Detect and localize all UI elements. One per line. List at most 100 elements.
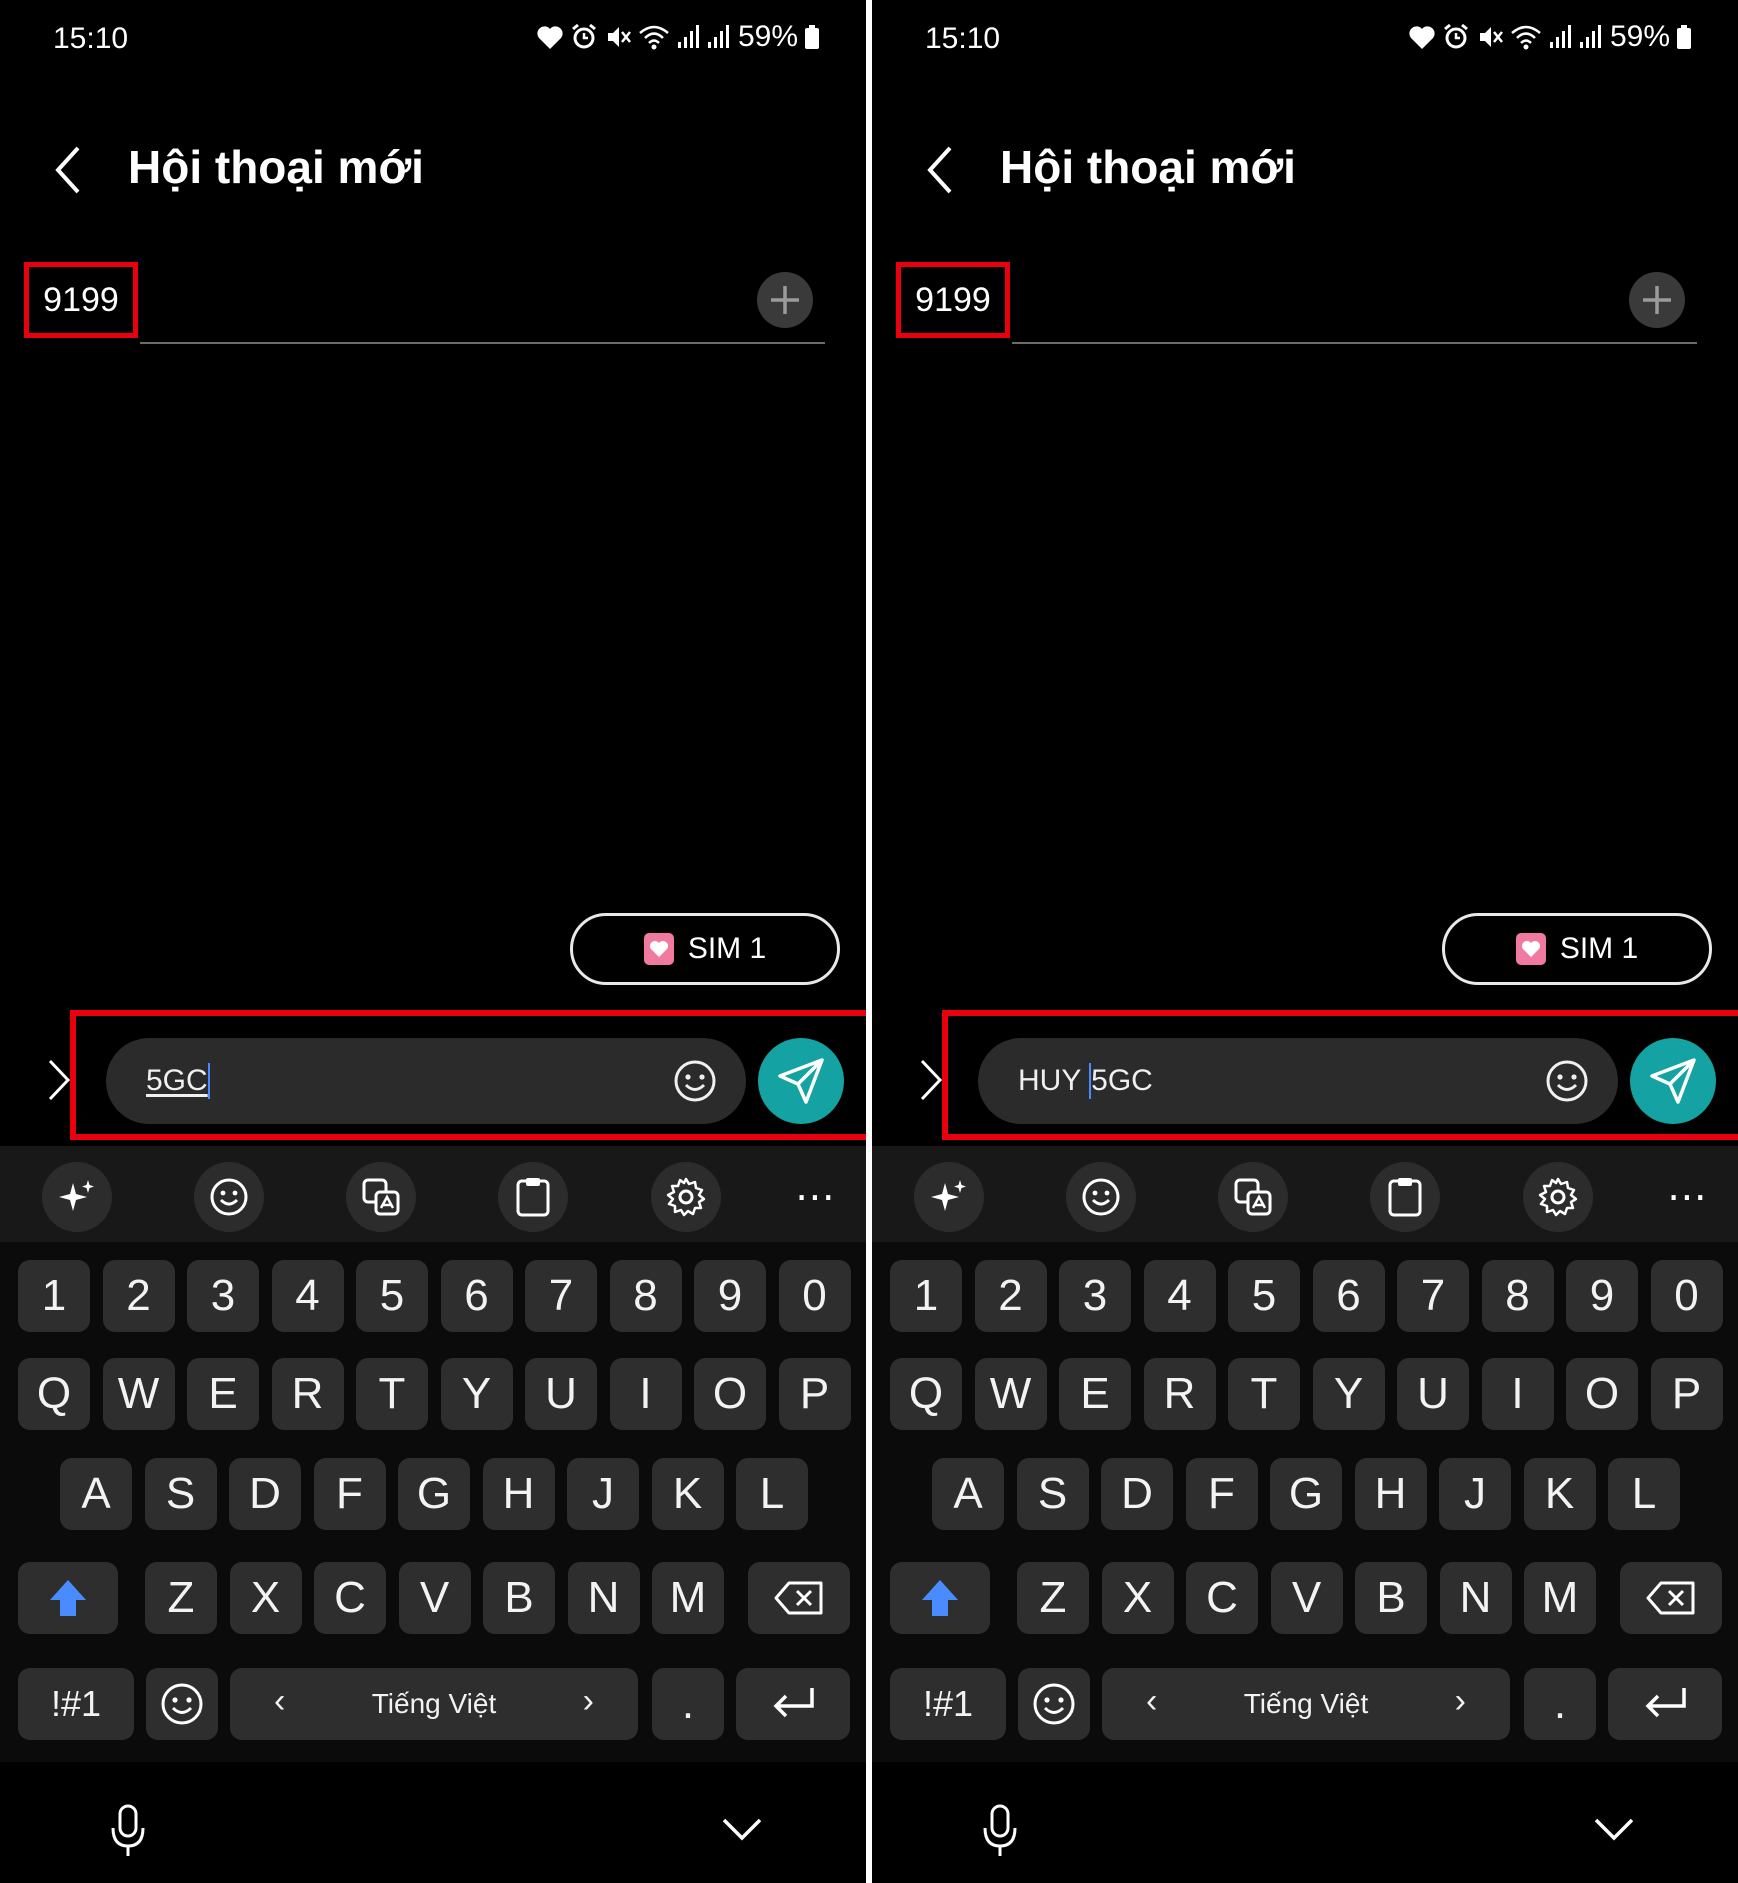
key-m[interactable]: M xyxy=(1524,1562,1596,1634)
key-i[interactable]: I xyxy=(1481,1358,1554,1430)
enter-key[interactable] xyxy=(736,1668,850,1740)
keyboard-settings-button[interactable] xyxy=(651,1162,721,1232)
shift-key[interactable] xyxy=(18,1562,118,1634)
period-key[interactable]: . xyxy=(652,1668,724,1740)
key-i[interactable]: I xyxy=(609,1358,682,1430)
key-1[interactable]: 1 xyxy=(18,1260,90,1332)
key-o[interactable]: O xyxy=(1566,1358,1638,1430)
enter-key[interactable] xyxy=(1608,1668,1722,1740)
key-4[interactable]: 4 xyxy=(271,1260,344,1332)
emoji-icon[interactable] xyxy=(672,1058,718,1104)
key-d[interactable]: D xyxy=(1101,1458,1173,1530)
key-u[interactable]: U xyxy=(1397,1358,1469,1430)
symbols-key[interactable]: !#1 xyxy=(890,1668,1006,1740)
key-r[interactable]: R xyxy=(1143,1358,1216,1430)
key-v[interactable]: V xyxy=(398,1562,471,1634)
key-d[interactable]: D xyxy=(229,1458,301,1530)
key-3[interactable]: 3 xyxy=(187,1260,259,1332)
recipient-chip[interactable]: 9199 xyxy=(24,262,138,338)
message-input[interactable]: HUY 5GC xyxy=(978,1038,1618,1124)
key-2[interactable]: 2 xyxy=(974,1260,1047,1332)
recipient-field[interactable]: 9199 xyxy=(20,258,825,344)
key-j[interactable]: J xyxy=(567,1458,639,1530)
emoji-panel-button[interactable] xyxy=(1066,1162,1136,1232)
add-recipient-button[interactable] xyxy=(1629,272,1685,328)
more-options-icon[interactable]: ⋯ xyxy=(781,1162,851,1232)
key-e[interactable]: E xyxy=(1059,1358,1131,1430)
key-g[interactable]: G xyxy=(398,1458,470,1530)
key-g[interactable]: G xyxy=(1270,1458,1342,1530)
key-0[interactable]: 0 xyxy=(1650,1260,1723,1332)
key-4[interactable]: 4 xyxy=(1143,1260,1216,1332)
key-o[interactable]: O xyxy=(694,1358,766,1430)
key-7[interactable]: 7 xyxy=(1397,1260,1469,1332)
key-e[interactable]: E xyxy=(187,1358,259,1430)
period-key[interactable]: . xyxy=(1524,1668,1596,1740)
symbols-key[interactable]: !#1 xyxy=(18,1668,134,1740)
key-f[interactable]: F xyxy=(313,1458,386,1530)
key-v[interactable]: V xyxy=(1270,1562,1343,1634)
key-h[interactable]: H xyxy=(1354,1458,1427,1530)
space-bar[interactable]: ‹ Tiếng Việt › xyxy=(230,1668,638,1740)
send-button[interactable] xyxy=(758,1038,844,1124)
key-t[interactable]: T xyxy=(356,1358,428,1430)
key-j[interactable]: J xyxy=(1439,1458,1511,1530)
keyboard-settings-button[interactable] xyxy=(1523,1162,1593,1232)
key-l[interactable]: L xyxy=(1608,1458,1680,1530)
key-p[interactable]: P xyxy=(1650,1358,1723,1430)
key-c[interactable]: C xyxy=(314,1562,386,1634)
key-7[interactable]: 7 xyxy=(525,1260,597,1332)
key-q[interactable]: Q xyxy=(890,1358,962,1430)
key-n[interactable]: N xyxy=(567,1562,640,1634)
key-a[interactable]: A xyxy=(60,1458,132,1530)
key-k[interactable]: K xyxy=(651,1458,724,1530)
key-5[interactable]: 5 xyxy=(1228,1260,1300,1332)
emoji-key[interactable] xyxy=(146,1668,218,1740)
key-9[interactable]: 9 xyxy=(1566,1260,1638,1332)
key-k[interactable]: K xyxy=(1523,1458,1596,1530)
key-b[interactable]: B xyxy=(483,1562,555,1634)
key-8[interactable]: 8 xyxy=(609,1260,682,1332)
backspace-key[interactable] xyxy=(1620,1562,1722,1634)
key-n[interactable]: N xyxy=(1439,1562,1512,1634)
translate-button[interactable] xyxy=(346,1162,416,1232)
key-t[interactable]: T xyxy=(1228,1358,1300,1430)
message-input[interactable]: 5GC xyxy=(106,1038,746,1124)
key-z[interactable]: Z xyxy=(145,1562,217,1634)
clipboard-button[interactable] xyxy=(1370,1162,1440,1232)
sim-selector-button[interactable]: SIM 1 xyxy=(1442,913,1712,985)
microphone-icon[interactable] xyxy=(980,1804,1020,1858)
ai-sparkle-button[interactable] xyxy=(914,1162,984,1232)
key-5[interactable]: 5 xyxy=(356,1260,428,1332)
key-p[interactable]: P xyxy=(778,1358,851,1430)
chevron-down-icon[interactable] xyxy=(720,1814,764,1844)
key-x[interactable]: X xyxy=(1101,1562,1174,1634)
send-button[interactable] xyxy=(1630,1038,1716,1124)
back-icon[interactable] xyxy=(50,142,90,198)
emoji-icon[interactable] xyxy=(1544,1058,1590,1104)
key-6[interactable]: 6 xyxy=(440,1260,513,1332)
emoji-key[interactable] xyxy=(1018,1668,1090,1740)
key-f[interactable]: F xyxy=(1185,1458,1258,1530)
more-options-icon[interactable]: ⋯ xyxy=(1653,1162,1723,1232)
key-l[interactable]: L xyxy=(736,1458,808,1530)
key-x[interactable]: X xyxy=(229,1562,302,1634)
key-w[interactable]: W xyxy=(102,1358,175,1430)
add-recipient-button[interactable] xyxy=(757,272,813,328)
backspace-key[interactable] xyxy=(748,1562,850,1634)
key-w[interactable]: W xyxy=(974,1358,1047,1430)
key-2[interactable]: 2 xyxy=(102,1260,175,1332)
key-b[interactable]: B xyxy=(1355,1562,1427,1634)
key-y[interactable]: Y xyxy=(1312,1358,1385,1430)
chevron-down-icon[interactable] xyxy=(1592,1814,1636,1844)
ai-sparkle-button[interactable] xyxy=(42,1162,112,1232)
back-icon[interactable] xyxy=(922,142,962,198)
key-s[interactable]: S xyxy=(1016,1458,1089,1530)
key-z[interactable]: Z xyxy=(1017,1562,1089,1634)
key-1[interactable]: 1 xyxy=(890,1260,962,1332)
microphone-icon[interactable] xyxy=(108,1804,148,1858)
translate-button[interactable] xyxy=(1218,1162,1288,1232)
key-3[interactable]: 3 xyxy=(1059,1260,1131,1332)
space-bar[interactable]: ‹ Tiếng Việt › xyxy=(1102,1668,1510,1740)
key-u[interactable]: U xyxy=(525,1358,597,1430)
